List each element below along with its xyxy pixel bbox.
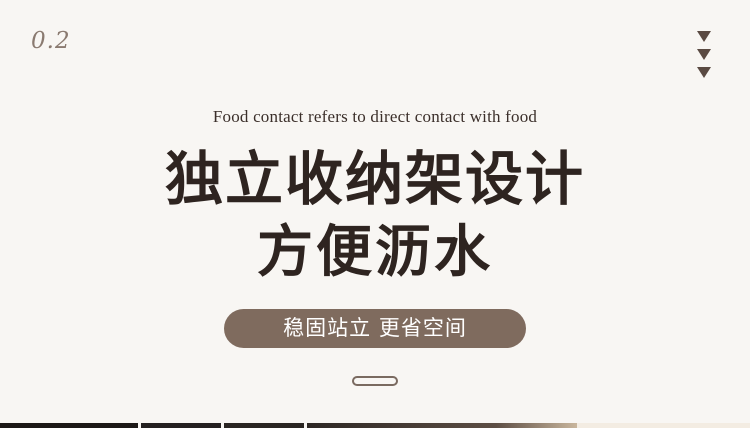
photo-segment <box>141 423 221 428</box>
headline-line-1: 独立收纳架设计 <box>164 145 585 213</box>
photo-strip <box>0 423 750 428</box>
scroll-indicator <box>352 376 398 386</box>
feature-pill: 稳固站立 更省空间 <box>224 309 526 348</box>
down-arrow-icon <box>697 31 711 42</box>
down-arrow-icon <box>697 49 711 60</box>
photo-segment <box>577 423 750 428</box>
down-arrow-icon <box>697 67 711 78</box>
headline-line-2: 方便沥水 <box>257 219 493 285</box>
photo-segment <box>0 423 138 428</box>
photo-segment <box>307 423 577 428</box>
triple-down-arrow-icon <box>697 31 713 85</box>
section-number: 0.2 <box>31 28 71 54</box>
subtitle: Food contact refers to direct contact wi… <box>212 107 538 126</box>
photo-segment <box>224 423 304 428</box>
